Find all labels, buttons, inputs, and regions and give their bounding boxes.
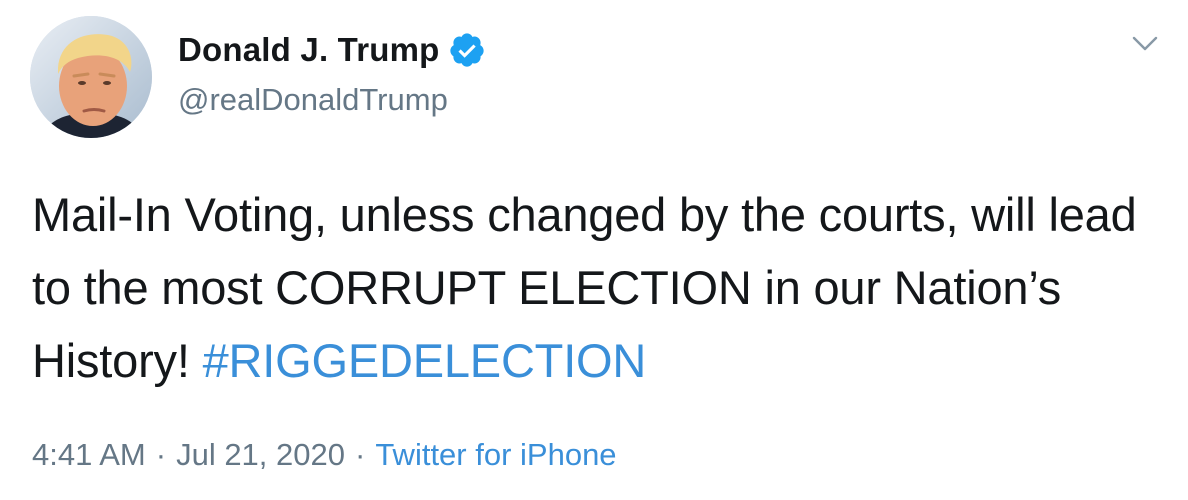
tweet-text: Mail-In Voting, unless changed by the co… bbox=[32, 178, 1162, 397]
author-display-name[interactable]: Donald J. Trump bbox=[178, 31, 440, 69]
tweet-time[interactable]: 4:41 AM bbox=[32, 437, 146, 472]
tweet-source-link[interactable]: Twitter for iPhone bbox=[375, 437, 616, 472]
meta-separator: · bbox=[355, 437, 366, 472]
meta-separator: · bbox=[155, 437, 167, 472]
author-handle[interactable]: @realDonaldTrump bbox=[178, 82, 486, 118]
chevron-down-icon[interactable] bbox=[1132, 34, 1158, 54]
author-name-row: Donald J. Trump bbox=[178, 26, 486, 74]
verified-badge-icon bbox=[448, 31, 486, 69]
hashtag-link[interactable]: #RIGGEDELECTION bbox=[203, 334, 647, 387]
avatar[interactable] bbox=[30, 16, 152, 138]
tweet-date[interactable]: Jul 21, 2020 bbox=[176, 437, 345, 472]
tweet-metadata: 4:41 AM · Jul 21, 2020 · Twitter for iPhone bbox=[32, 437, 617, 473]
avatar-image bbox=[30, 16, 152, 138]
tweet-card: Donald J. Trump @realDonaldTrump Mail-In… bbox=[0, 0, 1188, 500]
tweet-author: Donald J. Trump @realDonaldTrump bbox=[178, 26, 486, 118]
